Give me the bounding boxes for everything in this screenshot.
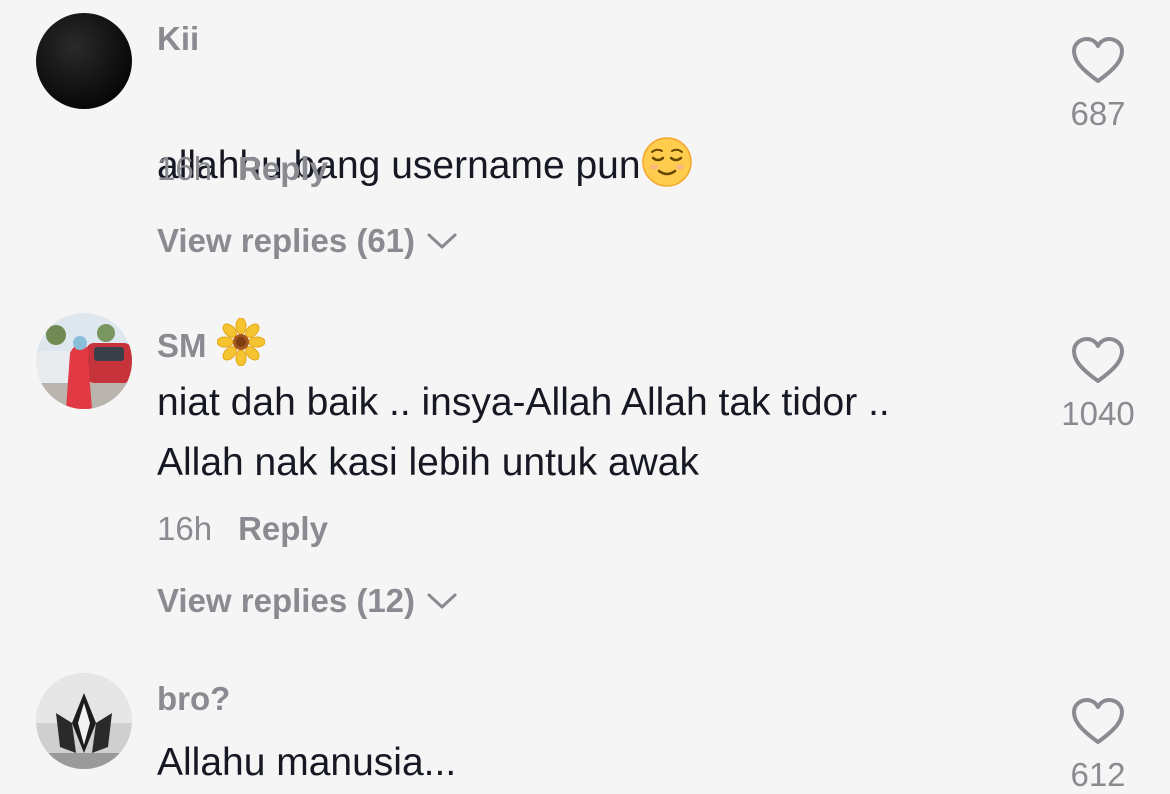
like-button[interactable]: 1040 — [1038, 336, 1158, 433]
sunflower-icon — [216, 317, 265, 374]
comment-time: 16h — [157, 150, 213, 187]
like-count: 687 — [1070, 95, 1126, 132]
like-count: 612 — [1070, 756, 1126, 793]
comment-text: Allahu manusia... — [157, 741, 457, 784]
like-count: 1040 — [1061, 395, 1135, 432]
comment-username[interactable]: Kii — [157, 20, 199, 58]
chevron-down-icon — [425, 582, 459, 620]
chevron-down-icon — [425, 222, 459, 260]
like-button[interactable]: 687 — [1038, 36, 1158, 133]
comment-meta: 16h Reply — [157, 510, 328, 548]
view-replies-button[interactable]: View replies (61) — [157, 222, 459, 260]
comment-username[interactable]: SM — [157, 317, 265, 374]
comment-username[interactable]: bro? — [157, 680, 230, 718]
heart-icon — [1070, 336, 1126, 391]
avatar[interactable] — [36, 673, 132, 769]
heart-icon — [1070, 36, 1126, 91]
relieved-face-icon — [641, 136, 693, 206]
comment-meta: 16h Reply — [157, 150, 328, 188]
comment-time: 16h — [157, 510, 213, 547]
view-replies-button[interactable]: View replies (12) — [157, 582, 459, 620]
comment-text: niat dah baik .. insya-Allah Allah tak t… — [157, 381, 890, 484]
heart-icon — [1070, 697, 1126, 752]
reply-button[interactable]: Reply — [238, 510, 328, 548]
avatar[interactable] — [36, 13, 132, 109]
like-button[interactable]: 612 — [1038, 697, 1158, 794]
avatar[interactable] — [36, 313, 132, 409]
reply-button[interactable]: Reply — [238, 150, 328, 188]
